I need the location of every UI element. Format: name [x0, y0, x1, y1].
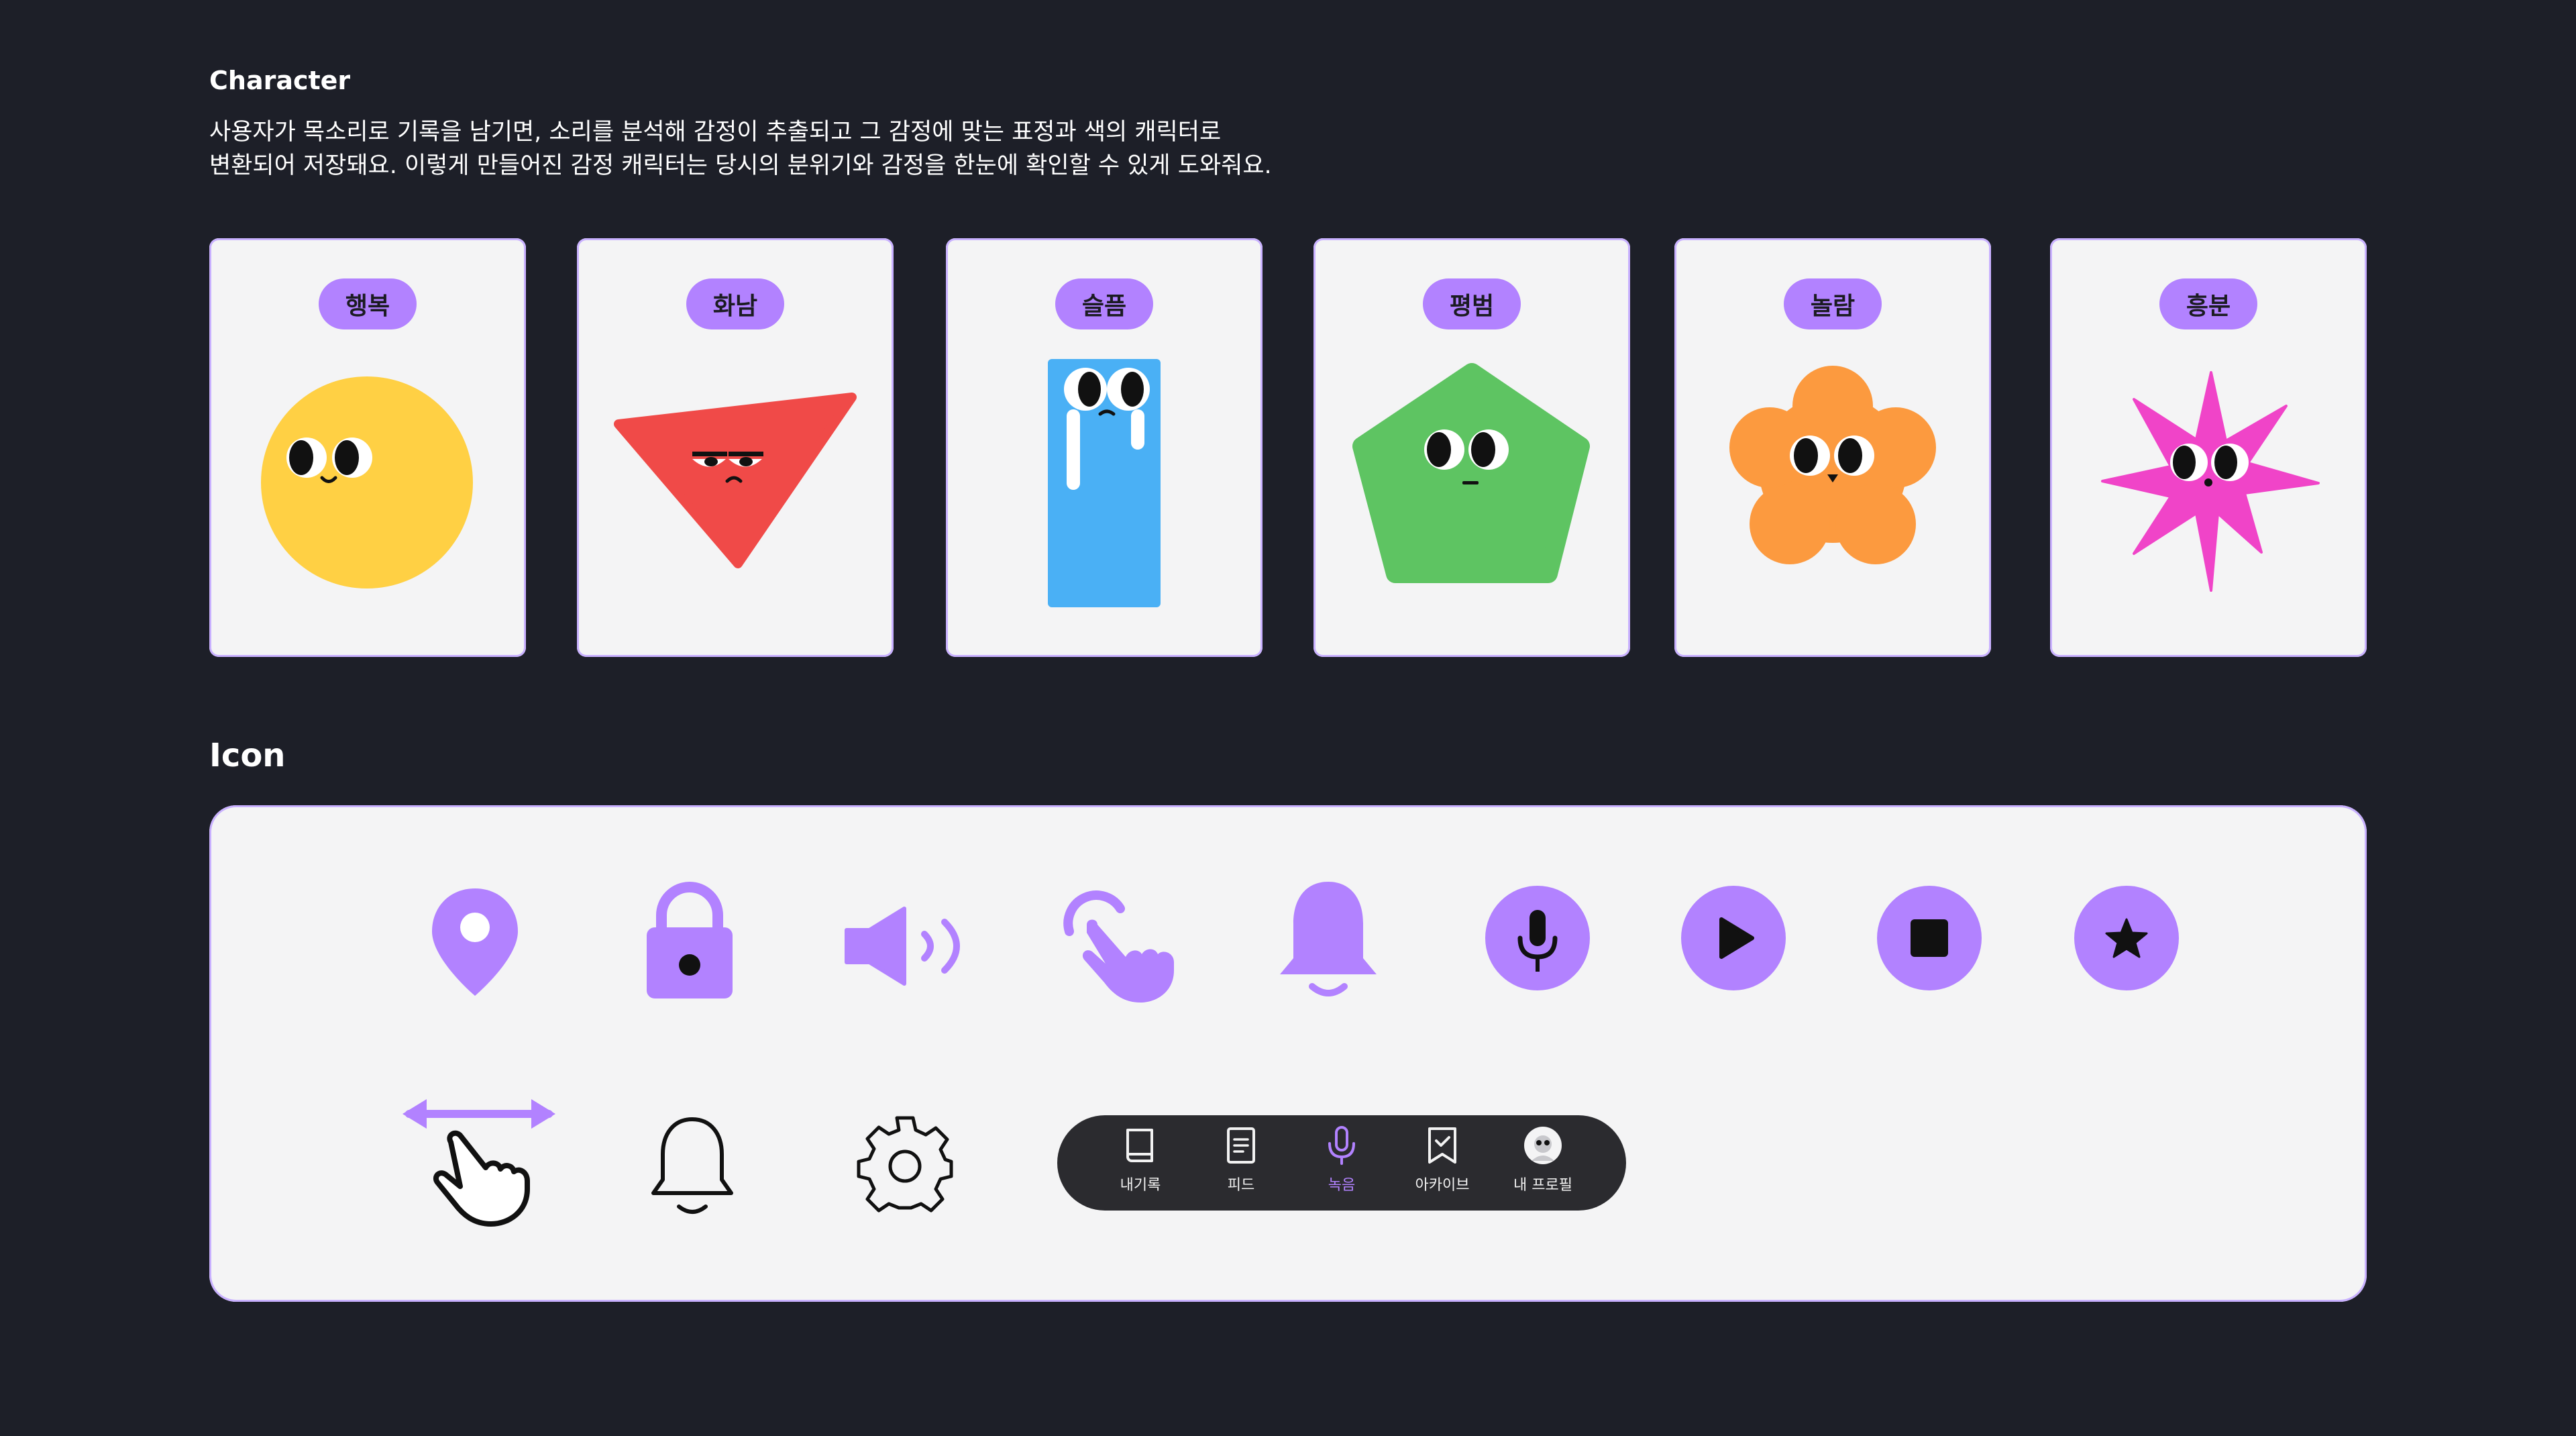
play-circle-icon	[1681, 886, 1786, 990]
neutral-character	[1352, 363, 1590, 583]
character-card-excited: 흥분	[2050, 238, 2367, 657]
tab-feed[interactable]: 피드	[1197, 1123, 1285, 1204]
tab-label: 녹음	[1328, 1177, 1356, 1194]
icon-panel: 내기록 피드 녹음 아카이브 내 프로필	[209, 805, 2367, 1302]
character-card-surprised: 놀람	[1674, 238, 1991, 657]
character-description: 사용자가 목소리로 기록을 남기면, 소리를 분석해 감정이 추출되고 그 감정…	[209, 115, 1272, 183]
excited-character	[2101, 371, 2320, 592]
character-card-neutral: 평범	[1313, 238, 1630, 657]
bell-filled-icon	[1280, 882, 1377, 996]
icon-section-title: Icon	[209, 737, 286, 774]
surprised-character	[1729, 366, 1936, 564]
character-card-sad: 슬픔	[946, 238, 1263, 657]
tab-label: 아카이브	[1415, 1177, 1470, 1194]
microphone-icon	[1328, 1126, 1355, 1165]
angry-character	[614, 393, 857, 568]
gear-icon	[857, 1116, 953, 1213]
avatar-icon	[1524, 1127, 1562, 1164]
tab-archive[interactable]: 아카이브	[1399, 1123, 1486, 1204]
description-line-2: 변환되어 저장돼요. 이렇게 만들어진 감정 캐릭터는 당시의 분위기와 감정을…	[209, 152, 1272, 179]
stop-circle-icon	[1877, 886, 1982, 990]
character-card-happy: 행복	[209, 238, 526, 657]
lock-icon	[647, 882, 733, 998]
bookmark-check-icon	[1428, 1127, 1456, 1164]
character-card-angry: 화남	[577, 238, 894, 657]
sad-character	[1048, 359, 1161, 607]
star-circle-icon	[2074, 886, 2179, 990]
bottom-tab-bar: 내기록 피드 녹음 아카이브 내 프로필	[1057, 1115, 1626, 1211]
happy-character	[261, 376, 473, 588]
swipe-gesture-icon	[402, 1099, 555, 1227]
character-section-title: Character	[209, 66, 351, 95]
document-icon	[1227, 1127, 1255, 1164]
microphone-circle-icon	[1485, 886, 1590, 990]
book-icon	[1126, 1129, 1153, 1162]
tap-gesture-icon	[1063, 890, 1174, 1003]
tab-label: 내기록	[1120, 1177, 1161, 1194]
description-line-1: 사용자가 목소리로 기록을 남기면, 소리를 분석해 감정이 추출되고 그 감정…	[209, 119, 1222, 146]
bell-outline-icon	[651, 1117, 733, 1214]
tab-my-profile[interactable]: 내 프로필	[1499, 1123, 1587, 1204]
tab-label: 내 프로필	[1513, 1177, 1572, 1194]
tab-my-records[interactable]: 내기록	[1097, 1123, 1184, 1204]
speaker-volume-icon	[845, 907, 960, 986]
tab-label: 피드	[1227, 1177, 1255, 1194]
tab-record[interactable]: 녹음	[1298, 1123, 1385, 1204]
location-pin-icon	[432, 888, 518, 996]
